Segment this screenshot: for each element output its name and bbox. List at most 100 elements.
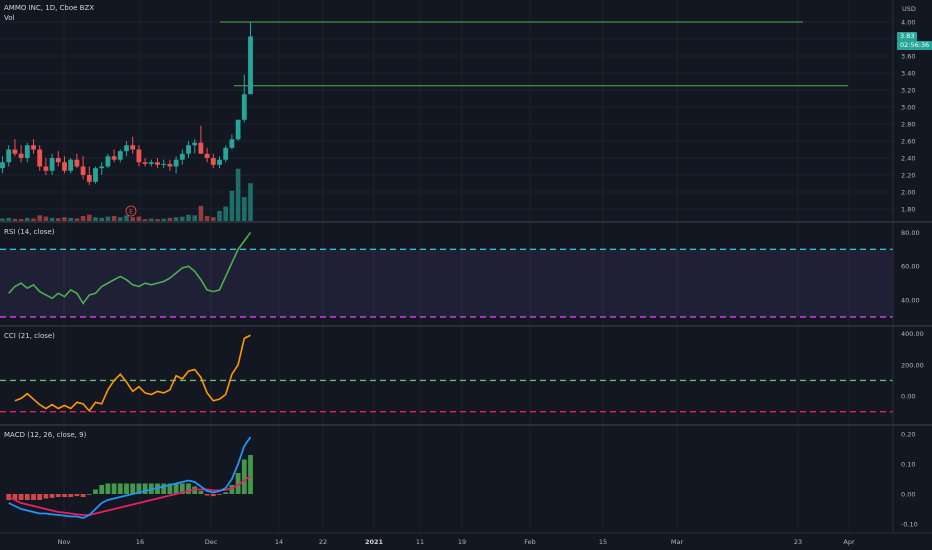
price-tick-label: 3.60 [901, 53, 915, 61]
price-tick-label: 3.20 [901, 87, 915, 95]
cci-tick-label: 0.00 [901, 393, 915, 401]
volume-bar [248, 183, 253, 221]
candle-body [204, 153, 210, 158]
volume-bar [192, 215, 197, 221]
x-tick-label: 22 [319, 538, 327, 546]
candle-body [99, 166, 105, 169]
volume-bar [124, 215, 129, 221]
candle-body [223, 147, 229, 160]
volume-bar [118, 217, 123, 221]
volume-bar [43, 216, 49, 221]
macd-histogram-bar [142, 483, 148, 494]
volume-bar [229, 190, 235, 221]
macd-histogram-bar [204, 494, 210, 496]
volume-bar [204, 215, 210, 221]
macd-histogram-bar [210, 494, 216, 497]
volume-bar [31, 218, 36, 221]
candle-body [130, 145, 136, 150]
x-tick-label: 23 [794, 538, 802, 546]
volume-bar [161, 218, 166, 221]
volume-bar [186, 214, 191, 221]
candle-body [24, 145, 30, 158]
macd-histogram-bar [111, 483, 117, 494]
candle-body [248, 36, 253, 95]
volume-bar [74, 218, 80, 221]
volume-bar [6, 217, 11, 221]
candle-body [142, 162, 148, 164]
macd-histogram-bar [186, 483, 191, 494]
volume-bar [105, 216, 111, 221]
volume-bar [223, 206, 228, 221]
candle-body [31, 145, 36, 150]
candle-body [179, 153, 185, 160]
earnings-marker-label: E [129, 209, 133, 216]
volume-bar [49, 217, 55, 221]
cci-title: CCI (21, close) [4, 332, 55, 340]
candle-body [12, 149, 18, 154]
volume-bar [68, 217, 73, 221]
macd-histogram-bar [74, 494, 80, 497]
candle-body [111, 156, 117, 160]
volume-bar [211, 217, 216, 221]
macd-title: MACD (12, 26, close, 9) [4, 431, 87, 439]
volume-bar [180, 216, 185, 221]
price-tick-label: 3.40 [901, 70, 915, 78]
macd-histogram-bar [117, 483, 123, 494]
macd-histogram-bar [130, 483, 136, 494]
volume-bar [173, 217, 179, 221]
volume-bar [167, 217, 173, 221]
macd-histogram-bar [43, 494, 49, 499]
symbol-title: AMMO INC, 1D, Cboe BZX [4, 4, 95, 12]
candle-body [124, 145, 129, 152]
macd-histogram-bar [24, 494, 30, 500]
macd-histogram-bar [99, 485, 105, 494]
price-tick-label: 4.00 [901, 19, 915, 27]
candle-body [6, 149, 12, 163]
candle-body [167, 163, 173, 167]
volume-bar [235, 168, 241, 221]
candle-body [192, 142, 198, 146]
rsi-title: RSI (14, close) [4, 228, 55, 236]
candle-body [173, 159, 179, 167]
candle-body [198, 142, 204, 154]
macd-histogram-bar [105, 483, 111, 494]
volume-bar [37, 215, 42, 221]
volume-bar [111, 215, 117, 221]
x-tick-label: Nov [58, 538, 71, 546]
macd-histogram-bar [248, 455, 253, 494]
rsi-tick-label: 40.00 [901, 297, 920, 305]
candle-body [80, 166, 86, 175]
x-tick-label: 11 [416, 538, 424, 546]
x-tick-label: 16 [136, 538, 144, 546]
macd-histogram-bar [161, 483, 167, 494]
chart-canvas[interactable]: E Nov 16 Dec 14 22 2021 11 19 Feb 15 Mar 23 Apr 4.00 3… [0, 0, 932, 550]
volume-bar [242, 197, 247, 221]
candle-body [117, 151, 123, 160]
price-tick-label: 2.40 [901, 155, 915, 163]
rsi-tick-label: 60.00 [901, 263, 920, 271]
volume-bar [56, 218, 61, 221]
volume-bar [12, 218, 18, 221]
rsi-tick-label: 80.00 [901, 229, 920, 237]
x-tick-label: 19 [458, 538, 466, 546]
price-tick-label: 2.60 [901, 138, 915, 146]
candle-body [148, 162, 154, 164]
candle-body [49, 158, 55, 171]
volume-bar [217, 210, 222, 221]
candle-body [235, 119, 241, 140]
rsi-band-fill [0, 249, 893, 317]
volume-bar [149, 218, 154, 221]
x-tick-label: 15 [599, 538, 607, 546]
candle-body [186, 145, 191, 154]
volume-label: Vol [4, 14, 15, 22]
cci-tick-label: 400.00 [901, 330, 924, 338]
macd-histogram-bar [62, 494, 67, 497]
volume-bar [155, 219, 160, 221]
candle-body [0, 162, 5, 169]
macd-histogram-bar [55, 494, 61, 497]
volume-bar [142, 219, 148, 221]
macd-tick-label: 0.20 [901, 431, 915, 439]
macd-histogram-bar [37, 494, 43, 500]
x-tick-label: 2021 [365, 538, 384, 546]
candle-body [210, 158, 216, 165]
